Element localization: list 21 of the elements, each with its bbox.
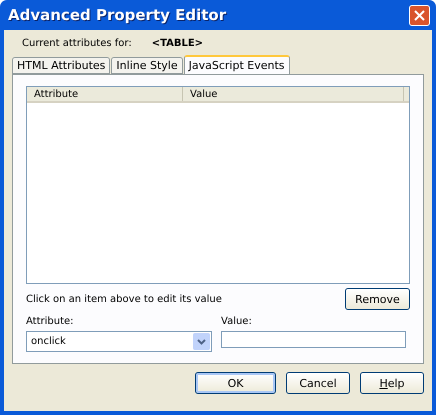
dialog-button[interactable]: Cancel [286, 372, 350, 394]
column-header[interactable]: Attribute [27, 87, 183, 101]
dialog-button[interactable]: Help [360, 372, 424, 394]
dialog-button[interactable]: OK [195, 372, 276, 394]
field-label: Value: [221, 316, 253, 327]
window-title: Advanced Property Editor [8, 6, 226, 24]
tab[interactable]: Inline Style [111, 57, 183, 74]
field-label: Attribute: [26, 316, 75, 327]
tab[interactable]: HTML Attributes [12, 57, 110, 74]
hint-text: Click on an item above to edit its value [26, 294, 222, 304]
chevron-icon [193, 333, 210, 350]
column-header[interactable]: Value [183, 87, 404, 101]
attribute-dropdown[interactable]: onclick [26, 331, 212, 352]
attribute-list[interactable]: Attribute Value [26, 86, 410, 284]
value-field[interactable] [221, 331, 406, 348]
close-button[interactable] [409, 4, 430, 26]
tab[interactable]: JavaScript Events [184, 55, 290, 74]
label: Current attributes for: [22, 38, 132, 49]
remove-button[interactable]: Remove [345, 288, 410, 310]
close-icon [414, 10, 425, 20]
element-name: <TABLE> [152, 38, 204, 49]
